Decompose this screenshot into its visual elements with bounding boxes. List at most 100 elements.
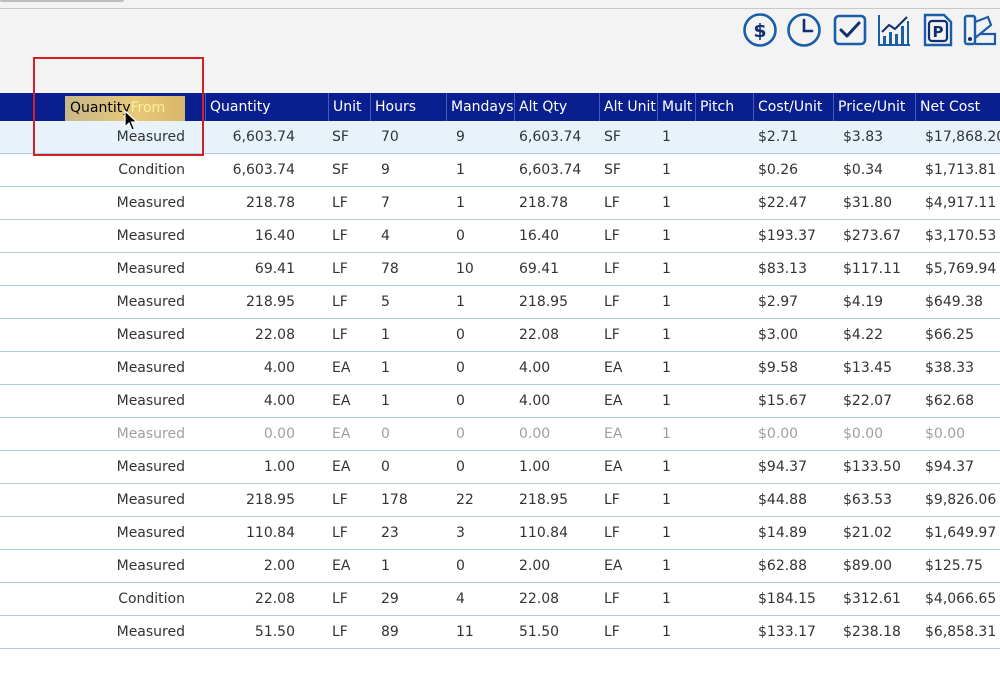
cell-mandays: 11 (456, 624, 474, 640)
cell-priceunit: $0.34 (843, 162, 884, 178)
table-row[interactable]: Measured 218.95 LF 5 1 218.95 LF 1 $2.97 $4.19 $64… (0, 286, 1000, 319)
cell-qty: 1.00 (263, 459, 295, 475)
cell-pitch (700, 418, 740, 450)
cell-from: Measured (116, 492, 185, 508)
cell-qty: 69.41 (254, 261, 295, 277)
cell-priceunit: $0.00 (843, 426, 884, 442)
cell-priceunit: $3.83 (843, 129, 884, 145)
cell-hours: 0 (381, 426, 390, 442)
column-header-alt-unit[interactable]: Alt Unit (599, 93, 657, 121)
table-row[interactable]: Measured 218.78 LF 7 1 218.78 LF 1 $22.47 $31.80 $… (0, 187, 1000, 220)
table-row[interactable]: Measured 51.50 LF 89 11 51.50 LF 1 $133.17 $238.1… (0, 616, 1000, 649)
cell-unit: LF (332, 261, 348, 277)
cell-qty: 4.00 (263, 360, 295, 376)
column-header-quantity[interactable]: Quantity (205, 93, 328, 121)
cell-altunit: LF (604, 624, 620, 640)
column-header-mult[interactable]: Mult (657, 93, 695, 121)
dollar-icon[interactable]: $ (742, 12, 778, 48)
divider (0, 8, 1000, 9)
cell-unit: LF (332, 591, 348, 607)
cell-pitch (700, 517, 740, 549)
column-header-net-cost[interactable]: Net Cost (915, 93, 1000, 121)
column-header-cost-unit[interactable]: Cost/Unit (753, 93, 833, 121)
clock-icon[interactable] (786, 12, 822, 48)
table-row[interactable]: Measured 2.00 EA 1 0 2.00 EA 1 $62.88 $89.00 $125.… (0, 550, 1000, 583)
table-row[interactable]: Measured 16.40 LF 4 0 16.40 LF 1 $193.37 $273.67 $… (0, 220, 1000, 253)
cell-altqty: 4.00 (519, 393, 551, 409)
pdf-icon[interactable]: P (920, 12, 956, 48)
cell-altunit: LF (604, 228, 620, 244)
cell-mandays: 0 (456, 228, 465, 244)
column-header-hours[interactable]: Hours (370, 93, 446, 121)
cell-hours: 1 (381, 327, 390, 343)
chart-icon[interactable] (876, 12, 912, 48)
table-row[interactable]: Measured 4.00 EA 1 0 4.00 EA 1 $9.58 $13.45 $38.33 (0, 352, 1000, 385)
tab-stub[interactable] (0, 0, 124, 2)
cell-altqty: 218.95 (519, 294, 568, 310)
cell-costunit: $22.47 (758, 195, 807, 211)
cell-mandays: 10 (456, 261, 474, 277)
svg-text:$: $ (753, 20, 766, 42)
cell-netcost: $17,868.20 (925, 129, 1000, 145)
cell-altqty: 22.08 (519, 327, 560, 343)
column-header-pitch[interactable]: Pitch (695, 93, 753, 121)
cell-netcost: $6,858.31 (925, 624, 997, 640)
cell-pitch (700, 220, 740, 252)
cell-netcost: $94.37 (925, 459, 974, 475)
checkmark-icon[interactable] (832, 12, 868, 48)
cell-priceunit: $312.61 (843, 591, 901, 607)
cell-hours: 1 (381, 360, 390, 376)
cell-mult: 1 (662, 624, 671, 640)
column-header-unit[interactable]: Unit (328, 93, 370, 121)
cell-qty: 6,603.74 (232, 162, 295, 178)
cell-unit: EA (332, 426, 351, 442)
cell-pitch (700, 253, 740, 285)
cell-netcost: $38.33 (925, 360, 974, 376)
cell-altqty: 69.41 (519, 261, 560, 277)
cell-qty: 4.00 (263, 393, 295, 409)
table-row[interactable]: Measured 4.00 EA 1 0 4.00 EA 1 $15.67 $22.07 $62.6… (0, 385, 1000, 418)
cell-pitch (700, 352, 740, 384)
cell-netcost: $66.25 (925, 327, 974, 343)
cell-from: Condition (118, 591, 185, 607)
cell-mult: 1 (662, 492, 671, 508)
cell-pitch (700, 484, 740, 516)
cell-mandays: 0 (456, 459, 465, 475)
cell-mandays: 9 (456, 129, 465, 145)
cell-altunit: LF (604, 327, 620, 343)
cell-altqty: 218.78 (519, 195, 568, 211)
cell-altqty: 6,603.74 (519, 129, 582, 145)
cell-unit: EA (332, 459, 351, 475)
table-row[interactable]: Measured 22.08 LF 1 0 22.08 LF 1 $3.00 $4.22 $66.2… (0, 319, 1000, 352)
swatch-icon[interactable] (962, 12, 998, 48)
column-header-mandays[interactable]: Mandays (446, 93, 514, 121)
column-header-price-unit[interactable]: Price/Unit (833, 93, 915, 121)
cell-costunit: $94.37 (758, 459, 807, 475)
cell-priceunit: $4.22 (843, 327, 884, 343)
cell-priceunit: $63.53 (843, 492, 892, 508)
table-row[interactable]: Measured 0.00 EA 0 0 0.00 EA 1 $0.00 $0.00 $0.00 (0, 418, 1000, 451)
cell-qty: 16.40 (254, 228, 295, 244)
cell-mandays: 1 (456, 162, 465, 178)
cell-costunit: $0.00 (758, 426, 799, 442)
cell-mandays: 4 (456, 591, 465, 607)
cell-altqty: 4.00 (519, 360, 551, 376)
table-row[interactable]: Condition 6,603.74 SF 9 1 6,603.74 SF 1 $0.26 $0.… (0, 154, 1000, 187)
cell-altqty: 110.84 (519, 525, 568, 541)
cell-priceunit: $21.02 (843, 525, 892, 541)
cell-unit: EA (332, 558, 351, 574)
table-row[interactable]: Measured 110.84 LF 23 3 110.84 LF 1 $14.89 $21.02… (0, 517, 1000, 550)
cell-mult: 1 (662, 129, 671, 145)
cell-altqty: 218.95 (519, 492, 568, 508)
table-row[interactable]: Measured 218.95 LF 178 22 218.95 LF 1 $44.88 $63.… (0, 484, 1000, 517)
column-header-alt-qty[interactable]: Alt Qty (514, 93, 599, 121)
cell-priceunit: $31.80 (843, 195, 892, 211)
cell-mult: 1 (662, 195, 671, 211)
cell-priceunit: $13.45 (843, 360, 892, 376)
table-row[interactable]: Measured 69.41 LF 78 10 69.41 LF 1 $83.13 $117.11… (0, 253, 1000, 286)
cell-altqty: 22.08 (519, 591, 560, 607)
table-row[interactable]: Measured 1.00 EA 0 0 1.00 EA 1 $94.37 $133.50 $94.… (0, 451, 1000, 484)
cell-costunit: $184.15 (758, 591, 816, 607)
table-row[interactable]: Condition 22.08 LF 29 4 22.08 LF 1 $184.15 $312.6… (0, 583, 1000, 616)
cell-pitch (700, 451, 740, 483)
